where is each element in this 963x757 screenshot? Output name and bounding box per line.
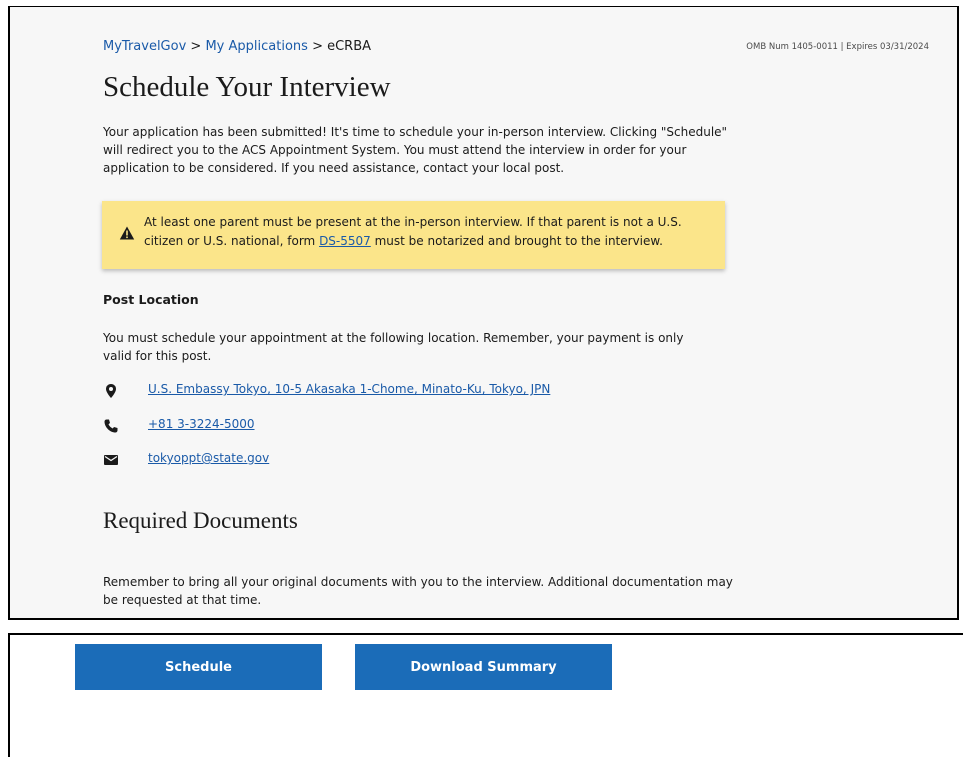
location-pin-icon (106, 384, 116, 398)
intro-text: Your application has been submitted! It'… (103, 125, 728, 175)
download-summary-button[interactable]: Download Summary (355, 644, 612, 690)
required-documents-heading: Required Documents (103, 508, 298, 533)
address-row: U.S. Embassy Tokyo, 10-5 Akasaka 1-Chome… (103, 381, 550, 401)
omb-number: OMB Num 1405-0011 | Expires 03/31/2024 (746, 42, 929, 52)
warning-alert: At least one parent must be present at t… (102, 201, 725, 269)
breadcrumb-separator: > (190, 39, 202, 54)
action-bar: Schedule Download Summary (8, 633, 963, 757)
page-title: Schedule Your Interview (103, 71, 391, 103)
alert-text: At least one parent must be present at t… (144, 213, 709, 251)
mail-icon (104, 455, 118, 465)
content-panel: MyTravelGov > My Applications > eCRBA OM… (8, 6, 959, 620)
phone-link[interactable]: +81 3-3224-5000 (148, 417, 255, 431)
schedule-button[interactable]: Schedule (75, 644, 322, 690)
phone-icon (104, 419, 118, 433)
required-documents-description: Remember to bring all your original docu… (103, 575, 733, 607)
breadcrumb-current: eCRBA (327, 39, 372, 54)
breadcrumb: MyTravelGov > My Applications > eCRBA (103, 38, 371, 56)
post-location-description: You must schedule your appointment at th… (103, 331, 684, 363)
post-location-heading: Post Location (103, 292, 199, 307)
breadcrumb-separator: > (312, 39, 323, 54)
address-link[interactable]: U.S. Embassy Tokyo, 10-5 Akasaka 1-Chome… (148, 382, 550, 396)
warning-icon (119, 226, 135, 240)
breadcrumb-mytravelgov[interactable]: MyTravelGov (103, 39, 186, 54)
email-row: tokyoppt@state.gov (103, 450, 269, 470)
ds-5507-link[interactable]: DS-5507 (319, 234, 371, 248)
alert-text-after: must be notarized and brought to the int… (370, 234, 663, 248)
breadcrumb-my-applications[interactable]: My Applications (205, 39, 307, 54)
phone-row: +81 3-3224-5000 (103, 416, 255, 436)
email-link[interactable]: tokyoppt@state.gov (148, 451, 269, 465)
